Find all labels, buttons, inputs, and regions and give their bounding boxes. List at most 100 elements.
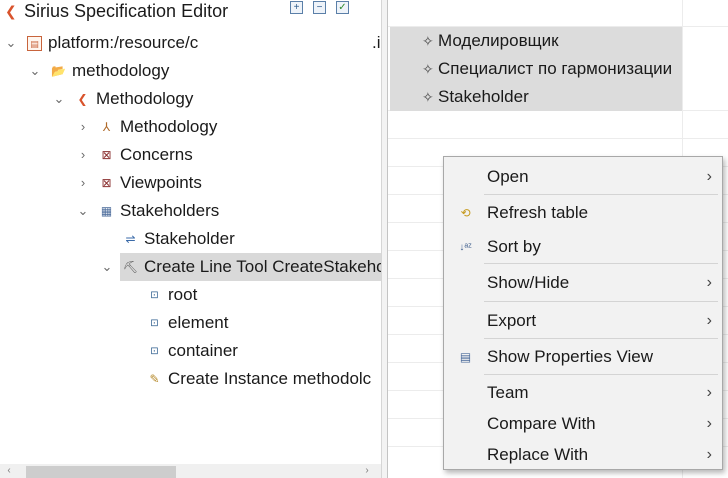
- table-row[interactable]: ✧ Моделировщик: [390, 27, 682, 55]
- tree-item-label: Stakeholder: [144, 229, 235, 248]
- chevron-down-icon[interactable]: ⌄: [100, 253, 114, 281]
- sirius-methodology-icon: ❮: [77, 92, 88, 106]
- menu-item-compare-with[interactable]: Compare With ›: [444, 409, 722, 439]
- context-menu: Open › ⟲ Refresh table ↓ᵃᶻ Sort by Show/…: [443, 156, 723, 470]
- menu-item-open[interactable]: Open ›: [444, 162, 722, 192]
- submenu-arrow-icon: ›: [706, 274, 712, 291]
- editor-title-bar: ❮ Sirius Specification Editor + − ✓: [0, 0, 381, 24]
- menu-item-show-hide[interactable]: Show/Hide ›: [444, 268, 722, 298]
- menu-item-team[interactable]: Team ›: [444, 378, 722, 408]
- tree-item-label: Stakeholders: [120, 201, 220, 220]
- submenu-arrow-icon: ›: [706, 384, 712, 401]
- chevron-down-icon[interactable]: ⌄: [4, 29, 18, 57]
- tree-item-methodology-folder[interactable]: ⌄ 📂 methodology: [0, 57, 381, 85]
- table-gridline: [388, 138, 728, 139]
- tree-item-stakeholders[interactable]: ⌄ ▦ Stakeholders: [0, 197, 381, 225]
- scroll-left-arrow-icon[interactable]: ‹: [2, 464, 16, 478]
- tree-item-label: Methodology: [96, 89, 194, 108]
- tree-item-concerns[interactable]: › ⊠ Concerns: [0, 141, 381, 169]
- model-file-icon: ▤: [27, 36, 42, 51]
- sirius-editor-icon: ❮: [5, 3, 17, 19]
- create-instance-icon: ✎: [149, 372, 160, 386]
- collapse-all-icon[interactable]: −: [313, 1, 326, 14]
- menu-item-refresh-table[interactable]: ⟲ Refresh table: [444, 198, 722, 228]
- refresh-icon: ⟲: [460, 206, 471, 220]
- tree-item-root-variable[interactable]: ⊡ root: [0, 281, 381, 309]
- tree-item-label: Concerns: [120, 145, 193, 164]
- menu-item-replace-with[interactable]: Replace With ›: [444, 440, 722, 470]
- properties-view-icon: ▤: [459, 350, 472, 364]
- create-tool-icon: ⛏: [123, 260, 139, 274]
- line-mapping-icon: ⇌: [125, 232, 136, 246]
- row-element-icon: ✧: [422, 33, 434, 49]
- viewpoints-grid-icon: ⊠: [101, 176, 112, 190]
- tree-item-methodology-root[interactable]: ⌄ ❮ Methodology: [0, 85, 381, 113]
- submenu-arrow-icon: ›: [706, 415, 712, 432]
- concerns-grid-icon: ⊠: [101, 148, 112, 162]
- folder-open-icon: 📂: [51, 64, 66, 78]
- menu-item-label: Show/Hide: [487, 273, 570, 292]
- menu-separator: [484, 374, 718, 375]
- row-element-icon: ✧: [422, 61, 434, 77]
- menu-item-label: Compare With: [487, 414, 596, 433]
- chevron-right-icon[interactable]: ›: [76, 113, 90, 141]
- table-row-label: Stakeholder: [438, 87, 529, 106]
- menu-item-sort-by[interactable]: ↓ᵃᶻ Sort by: [444, 232, 722, 262]
- editor-title: Sirius Specification Editor: [24, 1, 229, 21]
- tree-item-label: Create Instance methodolc: [168, 369, 372, 388]
- tree-item-label: methodology: [72, 61, 170, 80]
- tree-item-label: platform:/resource/c: [48, 33, 199, 52]
- row-element-icon: ✧: [422, 89, 434, 105]
- scroll-right-arrow-icon[interactable]: ›: [360, 464, 374, 478]
- validate-icon[interactable]: ✓: [336, 1, 349, 14]
- tree-item-label: Viewpoints: [120, 173, 202, 192]
- menu-item-label: Sort by: [487, 237, 541, 256]
- variable-icon: ⊡: [150, 318, 159, 329]
- chevron-right-icon[interactable]: ›: [76, 141, 90, 169]
- menu-item-export[interactable]: Export ›: [444, 306, 722, 336]
- chevron-down-icon[interactable]: ⌄: [76, 197, 90, 225]
- menu-item-label: Team: [487, 383, 529, 402]
- tree-item-methodology[interactable]: › ⅄ Methodology: [0, 113, 381, 141]
- tree-horizontal-scrollbar[interactable]: ‹ ›: [0, 464, 381, 478]
- tree-item-label-suffix: .i: [372, 33, 381, 52]
- variable-icon: ⊡: [150, 346, 159, 357]
- panel-splitter[interactable]: [381, 0, 388, 478]
- tree-item-container-variable[interactable]: ⊡ container: [0, 337, 381, 365]
- tree-item-label: container: [168, 341, 238, 360]
- menu-separator: [484, 338, 718, 339]
- expand-all-icon[interactable]: +: [290, 1, 303, 14]
- table-row[interactable]: ✧ Специалист по гармонизации: [390, 55, 682, 83]
- tree-item-label: element: [168, 313, 229, 332]
- specification-tree-panel: ❮ Sirius Specification Editor + − ✓ ⌄ ▤ …: [0, 0, 381, 478]
- scroll-thumb[interactable]: [26, 466, 176, 478]
- chevron-right-icon[interactable]: ›: [76, 169, 90, 197]
- tree-item-platform-resource[interactable]: ⌄ ▤ platform:/resource/c .i: [0, 29, 381, 57]
- menu-item-label: Replace With: [487, 445, 589, 464]
- chevron-down-icon[interactable]: ⌄: [52, 85, 66, 113]
- chevron-down-icon[interactable]: ⌄: [28, 57, 42, 85]
- tree-item-label: Create Line Tool CreateStakeho: [144, 257, 381, 276]
- menu-item-label: Show Properties View: [487, 347, 653, 366]
- menu-item-label: Export: [487, 311, 537, 330]
- submenu-arrow-icon: ›: [706, 312, 712, 329]
- tree-item-label: root: [168, 285, 198, 304]
- tree-item-stakeholder[interactable]: ⇌ Stakeholder: [0, 225, 381, 253]
- tree-item-viewpoints[interactable]: › ⊠ Viewpoints: [0, 169, 381, 197]
- tree-item-element-variable[interactable]: ⊡ element: [0, 309, 381, 337]
- menu-item-show-properties-view[interactable]: ▤ Show Properties View: [444, 342, 722, 372]
- tree-item-label: Methodology: [120, 117, 218, 136]
- menu-item-label: Refresh table: [487, 203, 589, 222]
- submenu-arrow-icon: ›: [706, 446, 712, 463]
- menu-separator: [484, 194, 718, 195]
- menu-separator: [484, 301, 718, 302]
- hierarchy-icon: ⅄: [102, 120, 111, 134]
- submenu-arrow-icon: ›: [706, 168, 712, 185]
- sort-az-icon: ↓ᵃᶻ: [459, 242, 472, 253]
- table-icon: ▦: [100, 204, 113, 218]
- tree-item-create-line-tool[interactable]: ⛏ Create Line Tool CreateStakeho: [120, 253, 381, 281]
- variable-icon: ⊡: [150, 290, 159, 301]
- tree-item-create-instance[interactable]: ✎ Create Instance methodolc: [0, 365, 381, 393]
- table-row[interactable]: ✧ Stakeholder: [390, 83, 682, 111]
- table-row-label: Специалист по гармонизации: [438, 59, 673, 78]
